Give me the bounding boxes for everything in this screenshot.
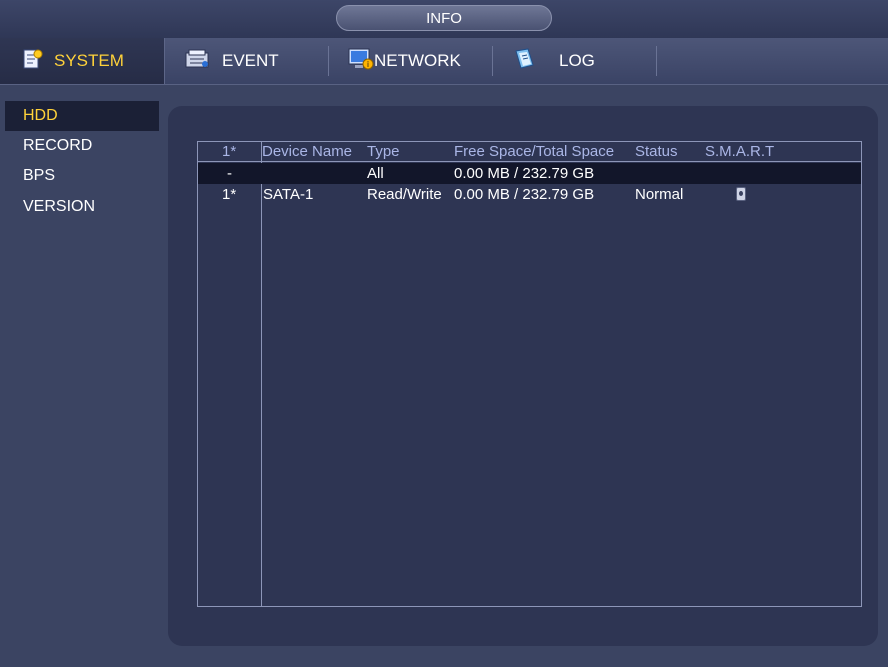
column-divider	[261, 142, 262, 606]
sidebar: HDD RECORD BPS VERSION	[0, 85, 165, 667]
row-index: -	[227, 165, 232, 182]
tab-log-label: LOG	[559, 51, 595, 70]
sidebar-item-hdd[interactable]: HDD	[5, 101, 159, 131]
tab-system[interactable]: SYSTEM	[0, 38, 165, 84]
row-device: SATA-1	[263, 186, 314, 203]
hdd-table: 1* Device Name Type Free Space/Total Spa…	[197, 141, 862, 607]
tab-system-label: SYSTEM	[54, 51, 124, 70]
title-bar: INFO	[0, 0, 888, 38]
tab-event[interactable]: EVENT	[166, 38, 328, 84]
smart-detail-icon[interactable]	[736, 187, 746, 201]
tab-network-label: NETWORK	[374, 51, 461, 70]
header-space: Free Space/Total Space	[454, 143, 615, 160]
table-row[interactable]: 1* SATA-1 Read/Write 0.00 MB / 232.79 GB…	[198, 184, 861, 205]
row-space: 0.00 MB / 232.79 GB	[454, 165, 595, 182]
system-doc-icon	[22, 48, 44, 75]
row-space: 0.00 MB / 232.79 GB	[454, 186, 595, 203]
row-type: Read/Write	[367, 186, 442, 203]
sidebar-item-bps[interactable]: BPS	[5, 161, 159, 191]
tab-bar: SYSTEM EVENT i NETWORK LOG	[0, 38, 888, 85]
row-type: All	[367, 165, 384, 182]
header-type: Type	[367, 143, 400, 160]
row-status: Normal	[635, 186, 684, 203]
window-title: INFO	[336, 5, 552, 31]
header-status: Status	[635, 143, 678, 160]
hdd-info-panel: 1* Device Name Type Free Space/Total Spa…	[168, 106, 878, 646]
network-icon: i	[348, 47, 374, 76]
sidebar-item-version[interactable]: VERSION	[5, 192, 159, 222]
tab-log[interactable]: LOG	[493, 38, 656, 84]
header-device-name: Device Name	[262, 143, 353, 160]
tab-event-label: EVENT	[222, 51, 279, 70]
table-row[interactable]: - All 0.00 MB / 232.79 GB	[198, 163, 861, 184]
event-icon	[184, 48, 212, 75]
header-smart: S.M.A.R.T	[705, 143, 775, 160]
header-index: 1*	[222, 143, 237, 160]
row-index: 1*	[222, 186, 237, 203]
tab-divider	[656, 46, 657, 76]
tab-network[interactable]: i NETWORK	[329, 38, 492, 84]
table-header: 1* Device Name Type Free Space/Total Spa…	[198, 142, 861, 162]
log-book-icon	[513, 47, 537, 75]
bottom-strip	[0, 646, 888, 667]
svg-text:i: i	[367, 60, 369, 69]
sidebar-item-record[interactable]: RECORD	[5, 131, 159, 161]
